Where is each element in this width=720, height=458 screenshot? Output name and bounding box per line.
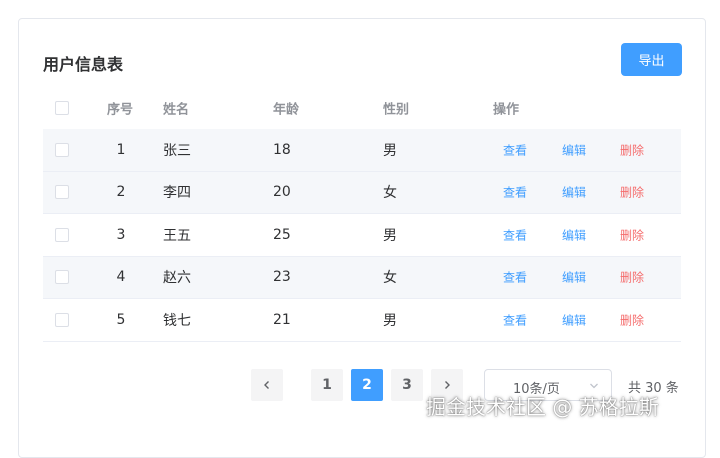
edit-link[interactable]: 编辑: [562, 184, 586, 201]
page-button-2-current[interactable]: 2: [351, 369, 383, 401]
checkbox-box: [55, 227, 69, 242]
row-age: 23: [273, 269, 291, 286]
view-link[interactable]: 查看: [503, 226, 527, 243]
row-age: 25: [273, 226, 291, 243]
chevron-down-icon: [590, 383, 598, 389]
row-name: 李四: [163, 185, 191, 202]
chevron-right-icon: [445, 381, 450, 389]
row-index: 3: [116, 226, 126, 243]
row-name: 王五: [163, 227, 191, 244]
delete-link[interactable]: 删除: [620, 141, 644, 158]
column-header-index: 序号: [107, 102, 134, 118]
column-header-name: 姓名: [163, 102, 190, 118]
row-age: 18: [273, 141, 291, 158]
checkbox-box: [55, 312, 69, 327]
chevron-left-icon: [264, 381, 269, 389]
row-checkbox[interactable]: [55, 270, 69, 285]
row-age: 21: [273, 311, 291, 328]
checkbox-box: [55, 270, 69, 285]
row-gender: 男: [383, 142, 397, 159]
table-row: 5 钱七 21 男 查看 编辑 删除: [43, 299, 681, 342]
row-name: 张三: [163, 142, 191, 159]
table-row: 1 张三 18 男 查看 编辑 删除: [43, 129, 681, 172]
row-index: 4: [116, 269, 126, 286]
row-name: 钱七: [163, 312, 191, 329]
table-row: 3 王五 25 男 查看 编辑 删除: [43, 214, 681, 257]
view-link[interactable]: 查看: [503, 269, 527, 286]
row-age: 20: [273, 184, 291, 201]
row-index: 2: [116, 184, 126, 201]
prev-page-button[interactable]: [251, 369, 283, 401]
select-all-checkbox[interactable]: [55, 101, 69, 115]
view-link[interactable]: 查看: [503, 311, 527, 328]
delete-link[interactable]: 删除: [620, 269, 644, 286]
table-row: 2 李四 20 女 查看 编辑 删除: [43, 171, 681, 214]
row-gender: 女: [383, 185, 397, 202]
column-header-gender: 性别: [383, 102, 410, 118]
edit-link[interactable]: 编辑: [562, 226, 586, 243]
row-index: 5: [116, 311, 126, 328]
user-table: 序号 姓名 年龄 性别 操作 1 张三 18 男 查看 编辑 删除 2 李四 2…: [43, 87, 681, 342]
column-header-age: 年龄: [273, 102, 300, 118]
row-gender: 男: [383, 312, 397, 329]
edit-link[interactable]: 编辑: [562, 269, 586, 286]
row-gender: 女: [383, 270, 397, 287]
edit-link[interactable]: 编辑: [562, 141, 586, 158]
delete-link[interactable]: 删除: [620, 184, 644, 201]
page-button-1[interactable]: 1: [311, 369, 343, 401]
checkbox-box: [55, 142, 69, 157]
export-button[interactable]: 导出: [621, 43, 682, 76]
row-checkbox[interactable]: [55, 185, 69, 200]
checkbox-box: [55, 185, 69, 200]
view-link[interactable]: 查看: [503, 141, 527, 158]
column-header-actions: 操作: [493, 102, 520, 118]
checkbox-box: [55, 101, 69, 115]
page-button-3[interactable]: 3: [391, 369, 423, 401]
watermark: 掘金技术社区 @ 苏格拉斯: [426, 395, 659, 419]
row-name: 赵六: [163, 270, 191, 287]
delete-link[interactable]: 删除: [620, 226, 644, 243]
row-gender: 男: [383, 227, 397, 244]
row-index: 1: [116, 141, 126, 158]
row-checkbox[interactable]: [55, 312, 69, 327]
table-row: 4 赵六 23 女 查看 编辑 删除: [43, 256, 681, 299]
row-checkbox[interactable]: [55, 227, 69, 242]
table-header: 序号 姓名 年龄 性别 操作: [43, 87, 681, 129]
view-link[interactable]: 查看: [503, 184, 527, 201]
row-checkbox[interactable]: [55, 142, 69, 157]
edit-link[interactable]: 编辑: [562, 311, 586, 328]
delete-link[interactable]: 删除: [620, 311, 644, 328]
card-title: 用户信息表: [43, 55, 124, 74]
